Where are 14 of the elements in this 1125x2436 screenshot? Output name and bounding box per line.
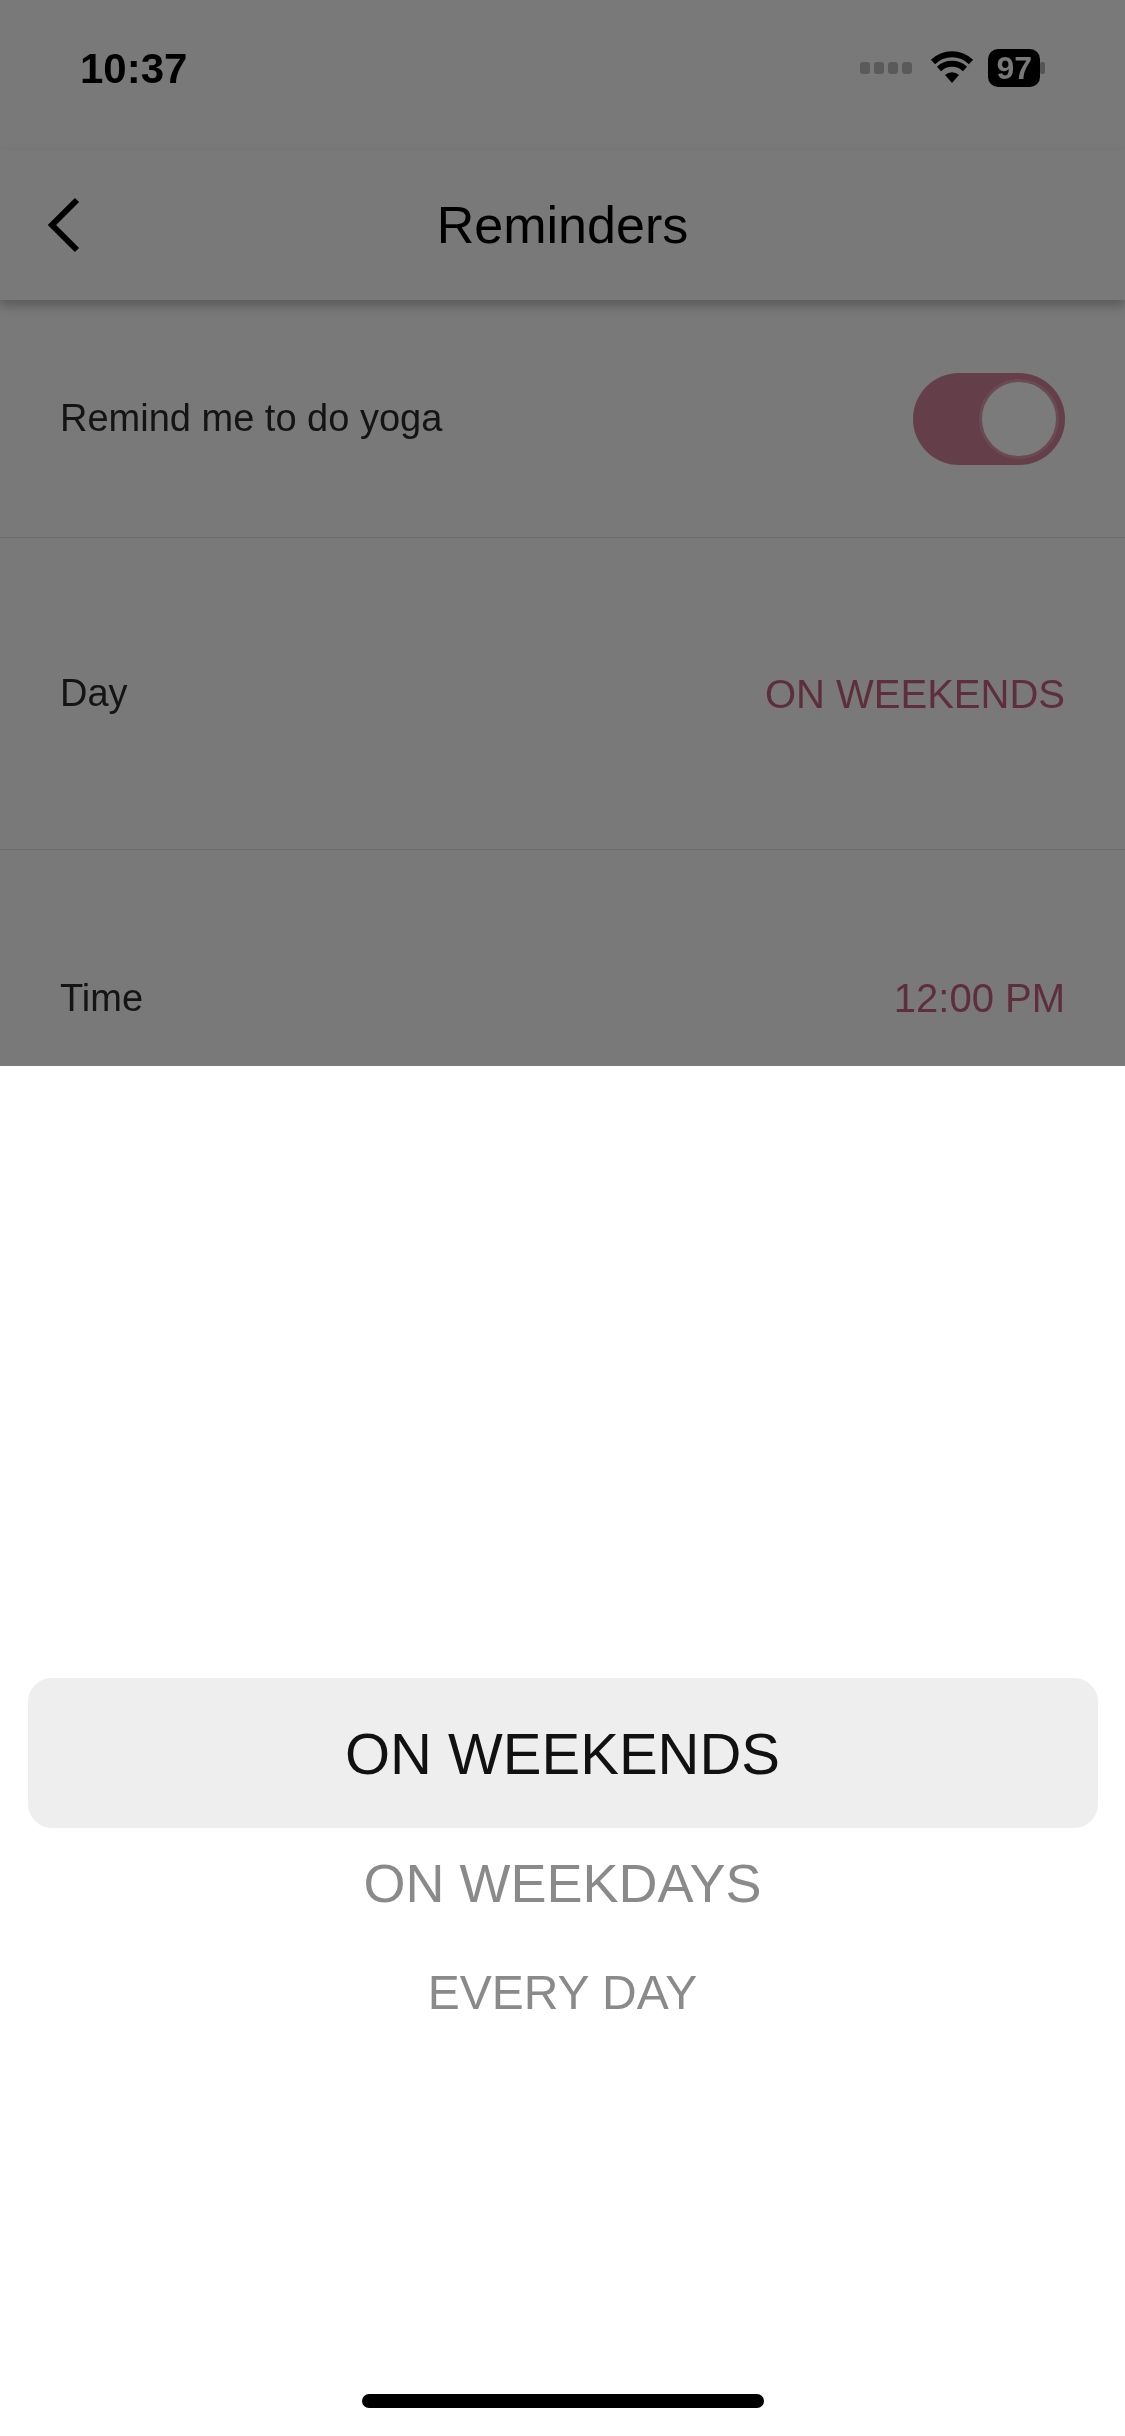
wifi-icon <box>930 51 975 85</box>
screen-title: Reminders <box>436 195 689 256</box>
picker-option[interactable]: EVERY DAY <box>27 1938 1098 2048</box>
status-time: 10:37 <box>80 43 188 94</box>
row-label: Remind me to do yoga <box>60 396 443 441</box>
row-label: Time <box>60 975 144 1021</box>
picker-option[interactable]: ON WEEKDAYS <box>27 1828 1098 1938</box>
row-value[interactable]: 12:00 PM <box>893 968 1065 1028</box>
picker-option[interactable]: ON WEEKENDS <box>27 1678 1098 1828</box>
row-label: Day <box>60 671 128 716</box>
battery-level: 97 <box>988 49 1040 87</box>
battery-cap-icon <box>1040 62 1045 74</box>
back-icon <box>47 196 81 254</box>
row-value[interactable]: ON WEEKENDS <box>764 663 1065 724</box>
